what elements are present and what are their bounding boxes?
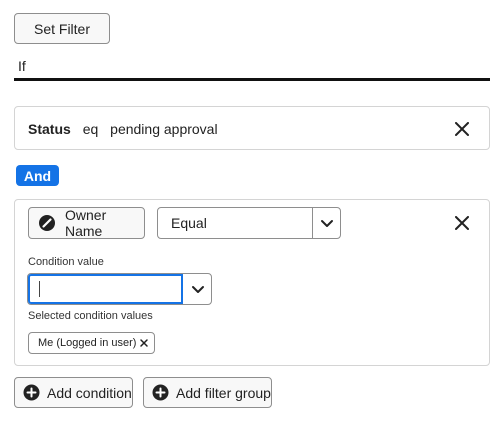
- field-selector-button[interactable]: Owner Name: [28, 207, 145, 239]
- operator-divider: [312, 208, 313, 238]
- plus-circle-icon: [23, 384, 40, 401]
- field-selector-label: Owner Name: [65, 207, 107, 239]
- plus-circle-icon: [152, 384, 169, 401]
- status-condition-text: Status eq pending approval: [28, 121, 226, 137]
- selected-value-tag: Me (Logged in user): [28, 332, 155, 354]
- status-value: pending approval: [110, 121, 218, 137]
- and-connector-badge[interactable]: And: [16, 165, 59, 186]
- add-filter-group-label: Add filter group: [176, 384, 271, 401]
- text-caret: [39, 281, 40, 297]
- chevron-down-icon[interactable]: [189, 280, 207, 298]
- set-filter-button[interactable]: Set Filter: [14, 13, 110, 44]
- condition-value-combobox: [27, 273, 212, 305]
- status-field: Status: [28, 121, 71, 137]
- add-condition-label: Add condition: [47, 384, 132, 401]
- remove-status-condition-close-icon[interactable]: [452, 119, 472, 139]
- operator-select[interactable]: Equal: [157, 207, 341, 239]
- condition-value-label: Condition value: [28, 256, 104, 268]
- remove-tag-close-icon[interactable]: [138, 337, 150, 349]
- status-operator: eq: [82, 121, 99, 137]
- condition-value-input[interactable]: [28, 274, 183, 304]
- if-label: If: [18, 58, 26, 74]
- remove-condition-close-icon[interactable]: [452, 213, 472, 233]
- selected-values-label: Selected condition values: [28, 310, 153, 322]
- add-condition-button[interactable]: Add condition: [14, 377, 133, 408]
- slash-circle-icon: [38, 214, 56, 232]
- operator-value: Equal: [171, 215, 207, 231]
- selected-value-text: Me (Logged in user): [38, 337, 137, 349]
- owner-condition-card: Owner Name Equal Condition value Selecte…: [14, 199, 490, 366]
- chevron-down-icon[interactable]: [318, 214, 336, 232]
- add-filter-group-button[interactable]: Add filter group: [143, 377, 272, 408]
- status-condition-card: Status eq pending approval: [14, 106, 490, 150]
- if-divider: [14, 78, 490, 81]
